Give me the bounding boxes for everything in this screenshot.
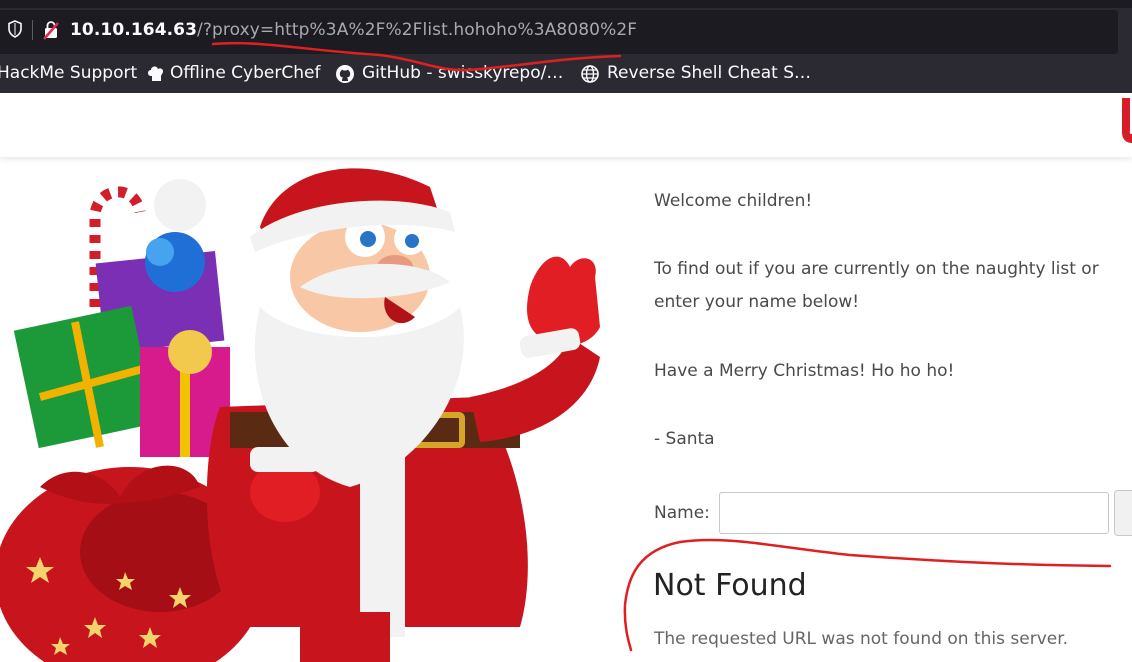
name-label: Name: (654, 503, 710, 523)
greeting-text: Have a Merry Christmas! Ho ho ho! (654, 361, 955, 381)
bookmark-reverse-shell-cheat-sheet[interactable]: Reverse Shell Cheat S… (607, 63, 811, 83)
url-host: 10.10.164.63 (70, 20, 198, 40)
bookmark-github-swisskyrepo[interactable]: GitHub - swisskyrepo/… (362, 63, 563, 83)
github-icon (336, 65, 354, 83)
url-text[interactable]: 10.10.164.63/?proxy=http%3A%2F%2Flist.ho… (70, 20, 637, 40)
bookmark-hackme-support[interactable]: HackMe Support (0, 63, 137, 83)
error-message: The requested URL was not found on this … (654, 629, 1069, 649)
welcome-text: Welcome children! (654, 191, 813, 211)
submit-button[interactable] (1114, 490, 1132, 536)
insecure-lock-icon[interactable] (42, 20, 60, 40)
address-bar-divider (32, 20, 33, 40)
browser-tab-strip (0, 0, 1132, 8)
globe-icon (581, 65, 599, 83)
bookmark-offline-cyberchef[interactable]: Offline CyberChef (170, 63, 320, 83)
signoff-text: - Santa (654, 429, 715, 449)
name-input[interactable] (719, 492, 1109, 534)
shield-icon[interactable] (8, 20, 22, 38)
error-heading: Not Found (653, 568, 807, 603)
chef-hat-icon (148, 66, 164, 81)
intro-text-line1: To find out if you are currently on the … (654, 259, 1099, 279)
url-path: /?proxy=http%3A%2F%2Flist.hohoho%3A8080%… (197, 20, 638, 40)
intro-text-line2: enter your name below! (654, 292, 860, 312)
site-logo[interactable] (1118, 96, 1132, 146)
site-header (0, 93, 1132, 157)
santa-illustration (0, 168, 600, 662)
